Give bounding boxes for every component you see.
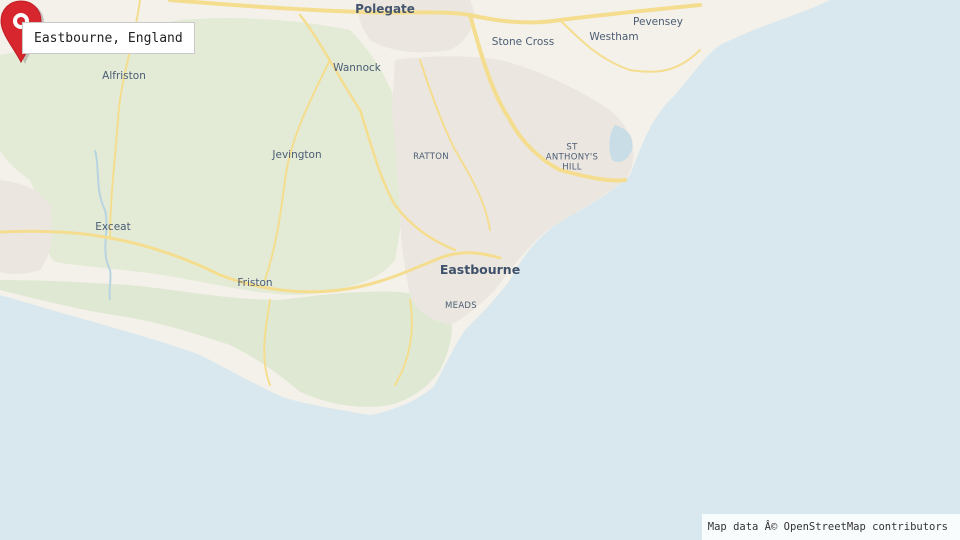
place-label-westham: Westham [589,30,639,43]
location-title: Eastbourne, England [22,22,195,54]
place-label-eastbourne: Eastbourne [439,261,521,277]
place-label-alfriston: Alfriston [102,69,146,82]
place-label-wannock: Wannock [333,61,381,74]
place-label-meads: MEADS [445,301,477,312]
place-label-polegate: Polegate [355,2,415,17]
map-canvas[interactable]: Polegate Stone Cross Westham Pevensey Al… [0,0,960,540]
place-label-stone-cross: Stone Cross [491,35,555,48]
place-label-pevensey: Pevensey [633,15,683,28]
map-attribution: Map data Â© OpenStreetMap contributors [701,514,960,540]
place-label-ratton: RATTON [413,152,449,163]
downs-area [0,18,407,295]
place-label-jevington: Jevington [272,148,322,161]
place-label-friston: Friston [237,276,273,289]
place-label-st-anthonys-hill: ST ANTHONY'S HILL [545,142,599,172]
place-label-exceat: Exceat [95,220,131,233]
